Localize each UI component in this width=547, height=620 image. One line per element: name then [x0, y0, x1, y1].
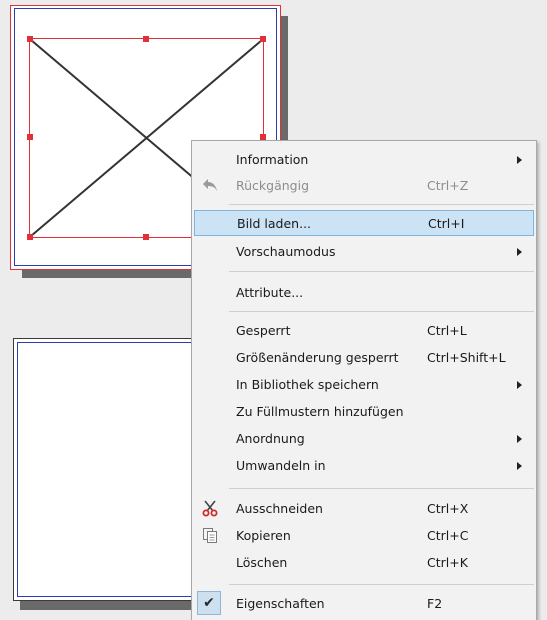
- menu-separator: [229, 311, 534, 312]
- menu-item-properties[interactable]: ✔ Eigenschaften F2: [194, 591, 534, 617]
- menu-item-information[interactable]: Information: [194, 147, 534, 173]
- resize-handle-top-right[interactable]: [260, 36, 266, 42]
- menu-separator: [229, 271, 534, 272]
- resize-handle-top-center[interactable]: [143, 36, 149, 42]
- menu-item-shortcut: Ctrl+Shift+L: [427, 350, 506, 365]
- menu-item-label: Attribute...: [236, 285, 304, 300]
- resize-handle-bottom-center[interactable]: [143, 234, 149, 240]
- menu-item-label: Eigenschaften: [236, 596, 325, 611]
- menu-item-convert-to[interactable]: Umwandeln in: [194, 453, 534, 479]
- resize-handle-middle-left[interactable]: [27, 134, 33, 140]
- context-menu: Information Rückgängig Ctrl+Z Bild laden…: [191, 140, 537, 620]
- menu-item-label: Zu Füllmustern hinzufügen: [236, 404, 404, 419]
- resize-handle-top-left[interactable]: [27, 36, 33, 42]
- submenu-arrow-icon: [517, 381, 522, 389]
- copy-icon: [198, 524, 222, 546]
- submenu-arrow-icon: [517, 435, 522, 443]
- menu-item-label: Rückgängig: [236, 178, 310, 193]
- menu-item-cut[interactable]: Ausschneiden Ctrl+X: [194, 496, 534, 522]
- menu-item-attributes[interactable]: Attribute...: [194, 280, 534, 306]
- menu-item-label: Größenänderung gesperrt: [236, 350, 399, 365]
- menu-item-label: Gesperrt: [236, 323, 291, 338]
- menu-separator: [229, 204, 534, 205]
- menu-separator: [229, 584, 534, 585]
- undo-arrow-icon: [198, 174, 222, 196]
- menu-item-copy[interactable]: Kopieren Ctrl+C: [194, 523, 534, 549]
- menu-item-shortcut: F2: [427, 596, 443, 611]
- menu-item-save-to-library[interactable]: In Bibliothek speichern: [194, 372, 534, 398]
- menu-item-size-locked[interactable]: Größenänderung gesperrt Ctrl+Shift+L: [194, 345, 534, 371]
- menu-item-label: Bild laden...: [237, 216, 312, 231]
- submenu-arrow-icon: [517, 248, 522, 256]
- menu-item-label: Information: [236, 152, 309, 167]
- menu-item-undo[interactable]: Rückgängig Ctrl+Z: [194, 173, 534, 199]
- menu-item-load-image[interactable]: Bild laden... Ctrl+I: [194, 210, 534, 236]
- menu-item-preview-mode[interactable]: Vorschaumodus: [194, 239, 534, 265]
- menu-item-label: Vorschaumodus: [236, 244, 336, 259]
- menu-separator: [229, 488, 534, 489]
- menu-item-shortcut: Ctrl+L: [427, 323, 467, 338]
- submenu-arrow-icon: [517, 462, 522, 470]
- scissors-icon: [198, 497, 222, 519]
- menu-item-shortcut: Ctrl+X: [427, 501, 469, 516]
- menu-item-shortcut: Ctrl+I: [428, 216, 465, 231]
- checkmark-icon: ✔: [197, 591, 221, 615]
- menu-item-delete[interactable]: Löschen Ctrl+K: [194, 550, 534, 576]
- menu-item-label: Umwandeln in: [236, 458, 326, 473]
- submenu-arrow-icon: [517, 156, 522, 164]
- menu-item-shortcut: Ctrl+C: [427, 528, 469, 543]
- menu-item-label: Kopieren: [236, 528, 291, 543]
- document-canvas[interactable]: Information Rückgängig Ctrl+Z Bild laden…: [0, 0, 547, 620]
- menu-item-label: In Bibliothek speichern: [236, 377, 379, 392]
- menu-item-label: Anordnung: [236, 431, 305, 446]
- menu-item-add-to-fill-patterns[interactable]: Zu Füllmustern hinzufügen: [194, 399, 534, 425]
- menu-item-label: Ausschneiden: [236, 501, 323, 516]
- menu-item-label: Löschen: [236, 555, 288, 570]
- menu-item-locked[interactable]: Gesperrt Ctrl+L: [194, 318, 534, 344]
- resize-handle-bottom-left[interactable]: [27, 234, 33, 240]
- menu-item-arrange[interactable]: Anordnung: [194, 426, 534, 452]
- menu-item-shortcut: Ctrl+K: [427, 555, 468, 570]
- menu-item-shortcut: Ctrl+Z: [427, 178, 469, 193]
